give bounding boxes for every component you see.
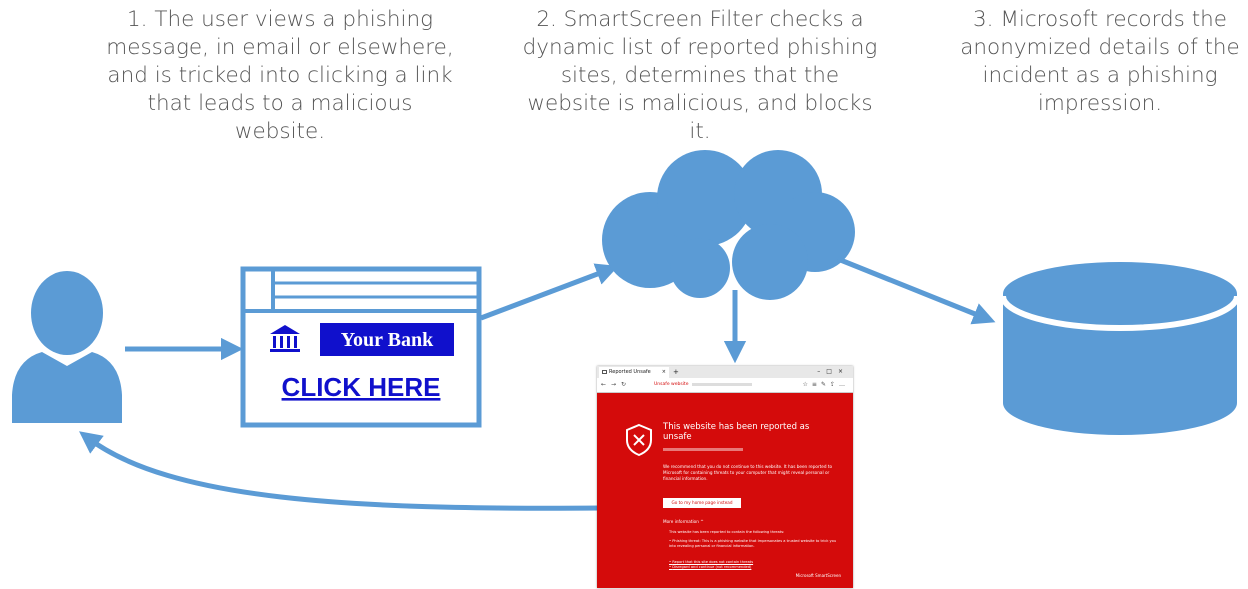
blurred-site-url bbox=[663, 448, 743, 451]
toolbar-icons[interactable]: ☆≡✎⇪… bbox=[803, 381, 849, 388]
warning-body: We recommend that you do not continue to… bbox=[663, 464, 833, 481]
new-tab-icon[interactable]: + bbox=[673, 366, 679, 378]
warning-heading: This website has been reported as unsafe bbox=[663, 422, 810, 442]
warning-page: This website has been reported as unsafe… bbox=[597, 392, 853, 588]
warning-links: • Report that this site does not contain… bbox=[669, 560, 839, 570]
address-bar[interactable]: ←→↻ Unsafe website ☆≡✎⇪… bbox=[597, 378, 853, 393]
disregard-link[interactable]: • Disregard and continue (not recommende… bbox=[669, 565, 839, 570]
arrow-browser-to-user bbox=[79, 431, 601, 511]
more-information-toggle[interactable]: More information ^ bbox=[663, 519, 704, 524]
threat-item: • Phishing threat: This is a phishing we… bbox=[669, 539, 837, 548]
shield-warning-icon bbox=[626, 423, 652, 457]
threat-details: This website has been reported to contai… bbox=[669, 530, 839, 549]
threat-intro: This website has been reported to contai… bbox=[669, 530, 785, 534]
browser-tab-bar: Reported Unsafe Websit × + –□× bbox=[597, 366, 853, 386]
disregard-link-text: Disregard and continue (not recommended) bbox=[672, 565, 752, 569]
click-here-link[interactable]: CLICK HERE bbox=[282, 372, 441, 402]
page-icon bbox=[602, 370, 607, 374]
user-icon bbox=[12, 271, 122, 423]
arrow-cloud-to-database bbox=[837, 256, 996, 325]
window-controls[interactable]: –□× bbox=[817, 366, 849, 378]
smartscreen-footer: Microsoft SmartScreen bbox=[795, 573, 841, 578]
unsafe-website-label: Unsafe website bbox=[654, 382, 689, 387]
cloud-icon bbox=[602, 150, 855, 300]
bank-name: Your Bank bbox=[341, 329, 434, 351]
threat-item-text: Phishing threat: This is a phishing webs… bbox=[669, 539, 837, 548]
blurred-url bbox=[692, 383, 752, 386]
go-home-button[interactable]: Go to my home page instead bbox=[663, 498, 741, 508]
report-link-text: Report that this site does not contain t… bbox=[672, 560, 754, 564]
close-tab-icon[interactable]: × bbox=[662, 367, 666, 378]
arrow-email-to-cloud bbox=[480, 263, 619, 321]
smartscreen-warning-browser: Reported Unsafe Websit × + –□× ←→↻ Unsaf… bbox=[597, 366, 853, 588]
browser-tab[interactable]: Reported Unsafe Websit × bbox=[599, 367, 669, 386]
navigation-icons[interactable]: ←→↻ bbox=[601, 381, 631, 388]
database-icon bbox=[1000, 262, 1240, 435]
